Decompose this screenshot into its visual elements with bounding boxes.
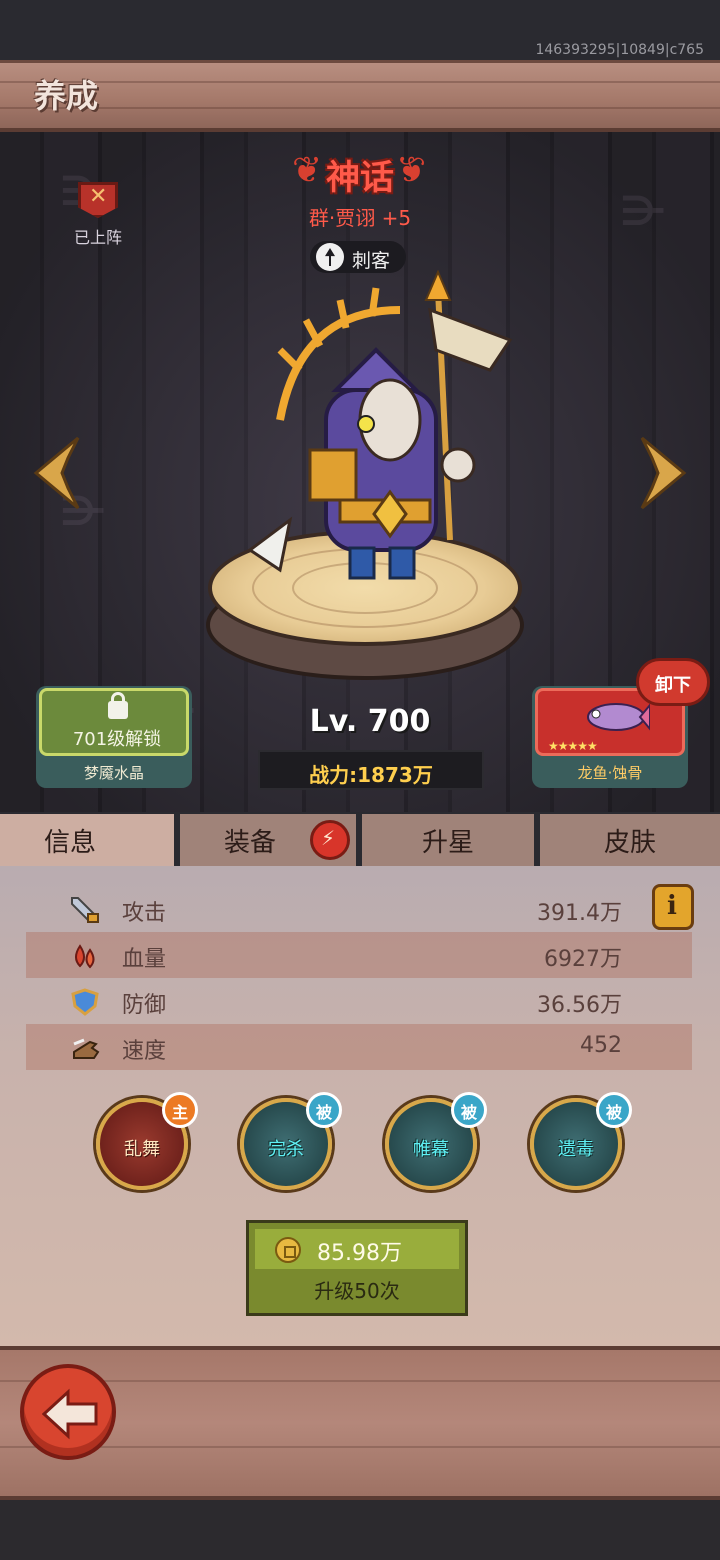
- rarity-label: 神话: [326, 158, 394, 198]
- skill-slot-3[interactable]: 帷幕 被: [385, 1092, 487, 1190]
- coin-icon: [275, 1237, 301, 1263]
- stat-row-defense: 防御 36.56万: [26, 978, 692, 1024]
- tab-skin-label: 皮肤: [603, 828, 656, 858]
- upgrade-button[interactable]: 85.98万 升级50次: [246, 1220, 468, 1316]
- stat-label: 速度: [122, 1039, 167, 1064]
- unlock-requirement: 701级解锁: [72, 729, 162, 750]
- dragonfish-pet-icon: [587, 703, 650, 731]
- tab-info-label: 信息: [44, 828, 97, 858]
- hero-name: 群·贾诩 +5: [308, 206, 412, 230]
- pet-name: 龙鱼·蚀骨: [577, 764, 643, 782]
- tab-star-up-label: 升星: [421, 828, 474, 858]
- upgrade-cost: 85.98万: [317, 1241, 402, 1266]
- info-icon: i: [667, 891, 677, 921]
- debug-id-text: 146393295|10849|c765: [535, 42, 704, 58]
- stat-row-speed: 速度 452: [26, 1024, 692, 1070]
- next-hero-arrow-icon[interactable]: [640, 436, 688, 510]
- tab-bar: 信息 装备 升星 皮肤: [0, 812, 720, 868]
- stat-row-hp: 血量 6927万: [26, 932, 692, 978]
- lock-icon: [108, 692, 128, 719]
- lightning-badge-icon: [310, 820, 350, 860]
- combat-power-bar: 战力:1873万: [258, 750, 484, 790]
- skill-slot-4[interactable]: 遗毒 被: [530, 1092, 632, 1190]
- upgrade-cost-bar: 85.98万: [255, 1229, 459, 1269]
- deployed-label: 已上阵: [73, 228, 122, 247]
- tab-skin[interactable]: 皮肤: [540, 814, 720, 866]
- stat-value: 6927万: [544, 947, 622, 972]
- combat-power: 战力:1873万: [309, 763, 433, 787]
- skill-type-badge: 被: [306, 1092, 342, 1128]
- skill-name: 帷幕: [413, 1139, 449, 1160]
- hero-class-label: 刺客: [352, 250, 391, 272]
- blood-icon: [75, 944, 95, 969]
- bottom-strip: [0, 1500, 720, 1560]
- boot-icon: [73, 1038, 100, 1059]
- skill-type-badge: 主: [162, 1092, 198, 1128]
- back-arrow-icon: [42, 1388, 98, 1440]
- skill-name: 完杀: [268, 1139, 304, 1160]
- previous-hero-arrow-icon[interactable]: [32, 436, 80, 510]
- hero-class-pill: 刺客: [310, 241, 406, 273]
- pet-stars: ★★★★★: [548, 739, 598, 753]
- info-button[interactable]: i: [652, 884, 694, 930]
- skill-name: 乱舞: [124, 1139, 160, 1160]
- header-bar: 养成: [0, 60, 720, 132]
- assassin-dagger-icon: [316, 243, 344, 271]
- shield-icon: [71, 988, 99, 1016]
- nightmare-crystal-slot[interactable]: 701级解锁 梦魇水晶: [36, 686, 192, 788]
- unequip-pet-button[interactable]: 卸下: [636, 658, 710, 706]
- skill-slot-1[interactable]: 乱舞 主: [96, 1092, 198, 1190]
- skill-type-badge: 被: [451, 1092, 487, 1128]
- stat-label: 血量: [122, 947, 167, 972]
- upgrade-label: 升级50次: [314, 1279, 400, 1303]
- page-title: 养成: [34, 77, 99, 115]
- hero-character-illustration: [247, 270, 513, 580]
- skill-name: 遗毒: [558, 1139, 594, 1160]
- unequip-label: 卸下: [655, 675, 691, 696]
- stat-value: 391.4万: [537, 901, 622, 926]
- stat-label: 攻击: [122, 901, 167, 926]
- tab-equipment[interactable]: 装备: [180, 814, 356, 866]
- slot-label: 梦魇水晶: [83, 764, 144, 782]
- stat-value: 36.56万: [537, 993, 622, 1018]
- sword-icon: [71, 897, 99, 923]
- tab-info[interactable]: 信息: [0, 814, 174, 866]
- hero-level: Lv. 700: [309, 704, 431, 739]
- stat-label: 防御: [122, 993, 167, 1018]
- skill-type-badge: 被: [596, 1092, 632, 1128]
- skill-slot-2[interactable]: 完杀 被: [240, 1092, 342, 1190]
- tab-star-up[interactable]: 升星: [362, 814, 534, 866]
- stat-value: 452: [580, 1033, 622, 1058]
- stat-row-attack: 攻击 391.4万: [26, 886, 692, 932]
- back-button[interactable]: [20, 1364, 116, 1460]
